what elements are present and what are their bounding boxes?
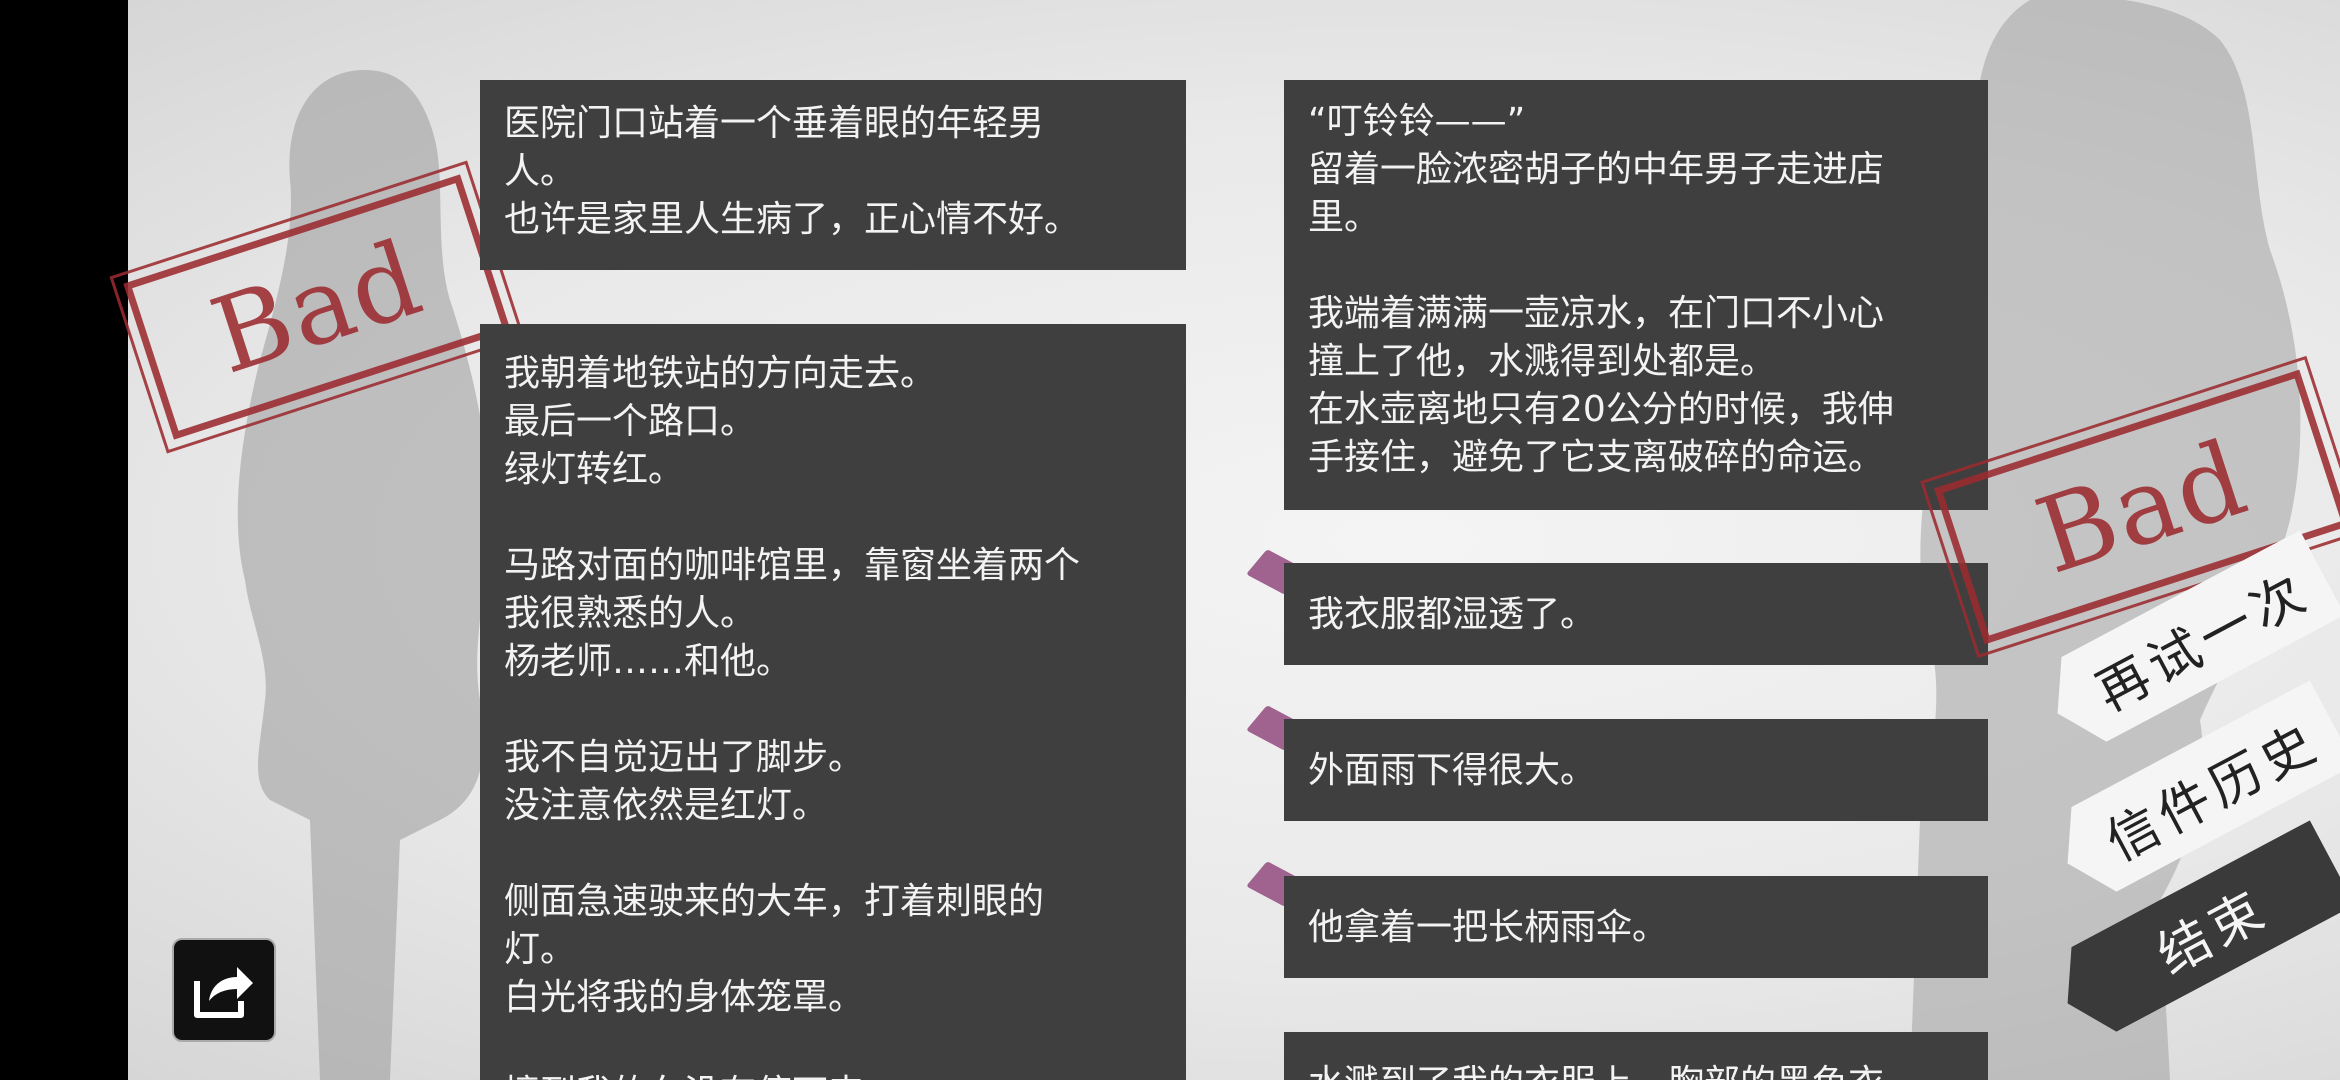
story-panel-crossing: 我朝着地铁站的方向走去。 最后一个路口。 绿灯转红。 马路对面的咖啡馆里，靠窗坐… xyxy=(480,324,1186,1080)
left-black-bar xyxy=(0,0,128,1080)
game-screen: Bad 医院门口站着一个垂着眼的年轻男 人。 也许是家里人生病了，正心情不好。 … xyxy=(0,0,2340,1080)
story-panel-hospital: 医院门口站着一个垂着眼的年轻男 人。 也许是家里人生病了，正心情不好。 xyxy=(480,80,1186,270)
share-button[interactable] xyxy=(172,938,276,1042)
story-panel-bell: “叮铃铃——” 留着一脸浓密胡子的中年男子走进店 里。 我端着满满一壶凉水，在门… xyxy=(1284,80,1988,510)
share-icon xyxy=(194,967,253,1018)
story-panel-splash: 水溅到了我的衣服上，胸部的黑色衣 xyxy=(1284,1032,1988,1080)
choice-clothes-wet[interactable]: 我衣服都湿透了。 xyxy=(1284,563,1988,665)
choice-umbrella[interactable]: 他拿着一把长柄雨伞。 xyxy=(1284,876,1988,978)
choice-heavy-rain[interactable]: 外面雨下得很大。 xyxy=(1284,719,1988,821)
